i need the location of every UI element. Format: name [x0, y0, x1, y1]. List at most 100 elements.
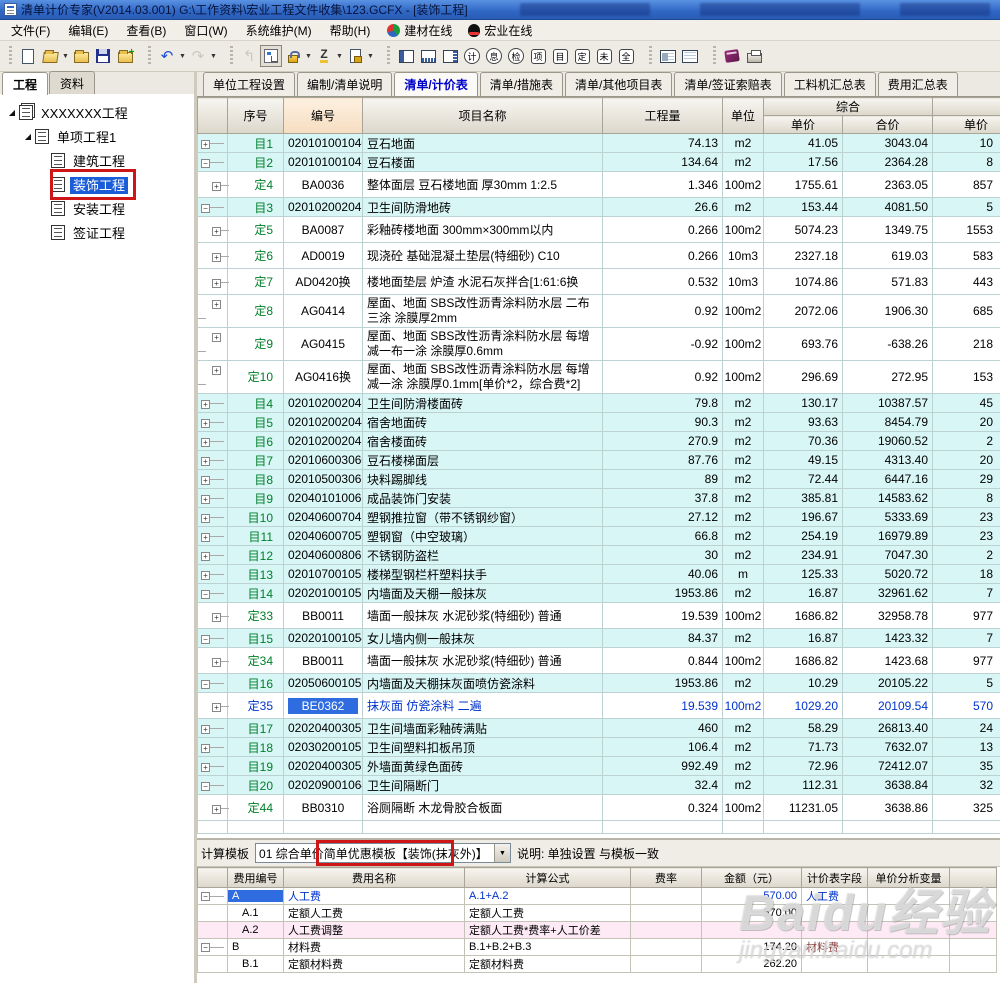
cell-quantity[interactable]: 0.532	[602, 268, 723, 295]
cell-quantity[interactable]: 992.49	[602, 756, 723, 776]
cell-project-name[interactable]: 屋面、地面 SBS改性沥青涂料防水层 二布三涂 涂膜厚2mm	[362, 294, 603, 328]
cell-unit-price[interactable]: 72.44	[763, 469, 843, 489]
fee-cell-amount[interactable]: 570.00	[701, 887, 802, 905]
cell-code[interactable]: 020506001055	[283, 673, 363, 693]
cell-tree-expand[interactable]: +	[197, 488, 228, 508]
cell-tree-expand[interactable]: +	[197, 507, 228, 527]
fee-cell-rate[interactable]	[630, 938, 702, 956]
cell-seq[interactable]: 目8	[227, 469, 284, 489]
cell-project-name[interactable]: 不锈钢防盗栏	[362, 545, 603, 565]
cell-unit-price[interactable]: 1755.61	[763, 171, 843, 198]
cell-unit[interactable]: m2	[722, 718, 764, 738]
cell-seq[interactable]: 定10	[227, 360, 284, 394]
cell-unit-price[interactable]: 16.87	[763, 583, 843, 603]
bill-row-目2[interactable]: − 目2 020101001041 豆石楼面 134.64 m2 17.56 2364.28 8	[197, 152, 1000, 172]
save-button[interactable]	[92, 45, 114, 67]
expand-icon[interactable]: +	[201, 763, 210, 772]
jiancai-online-link[interactable]: 建材在线	[379, 20, 460, 41]
cell-quantity[interactable]: 0.324	[602, 794, 723, 821]
fee-cell-variable[interactable]	[867, 955, 950, 973]
cell-total-price[interactable]: 619.03	[841, 242, 934, 269]
cell-tree-expand[interactable]: −	[197, 887, 228, 905]
cell-unit-price[interactable]: 70.36	[763, 431, 843, 451]
cell-code[interactable]: BA0036	[283, 171, 363, 198]
cell-unit[interactable]: m2	[722, 545, 764, 565]
fee-row-B.1[interactable]: B.1 定额材料费 定额材料费 262.20	[197, 955, 997, 973]
cell-unit-price-2[interactable]: 23	[932, 507, 1000, 527]
cell-unit-price-2[interactable]: 24	[932, 718, 1000, 738]
cell-unit-price-2[interactable]: 8	[932, 488, 1000, 508]
bill-row-目5[interactable]: + 目5 020102002044 宿舍地面砖 90.3 m2 93.63 8454.79 20	[197, 412, 1000, 432]
cell-seq[interactable]: 定4	[227, 171, 284, 198]
cell-tree-expand[interactable]: +	[197, 545, 228, 565]
cell-code[interactable]: 020102002045	[283, 431, 363, 451]
cell-seq[interactable]: 定7	[227, 268, 284, 295]
cell-project-name[interactable]: 屋面、地面 SBS改性沥青涂料防水层 每增减一涂 涂膜厚0.1mm[单价*2，综…	[362, 360, 603, 394]
fee-cell-field[interactable]: 材料费	[801, 938, 868, 956]
fee-row-A[interactable]: − A 人工费 A.1+A.2 570.00 人工费	[197, 887, 997, 905]
cell-total-price[interactable]: 3638.84	[841, 775, 934, 795]
bill-row-定6[interactable]: + 定6 AD0019 现浇砼 基础混凝土垫层(特细砂) C10 0.266 10m3 23…	[197, 242, 1000, 269]
collapse-icon[interactable]: −	[201, 943, 210, 952]
redo-button-dropdown-icon[interactable]: ▼	[209, 45, 218, 67]
cell-unit[interactable]: m2	[722, 197, 764, 217]
cell-total-price[interactable]: 19060.52	[841, 431, 934, 451]
help-book-button[interactable]	[721, 45, 743, 67]
bill-row-目19[interactable]: + 目19 020204003059 外墙面黄绿色面砖 992.49 m2 72.96 724…	[197, 756, 1000, 776]
collapse-icon[interactable]: −	[201, 892, 210, 901]
fee-cell-amount[interactable]: 262.20	[701, 955, 802, 973]
cell-tree-expand[interactable]: +	[197, 692, 229, 719]
expand-icon[interactable]: +	[212, 702, 221, 712]
cell-code[interactable]: 020209001064	[283, 775, 363, 795]
cell-project-name[interactable]: 塑钢推拉窗（带不锈钢纱窗）	[362, 507, 603, 527]
cell-seq[interactable]: 目2	[227, 152, 284, 172]
cell-seq[interactable]: 目13	[227, 564, 284, 584]
cell-quantity[interactable]	[602, 820, 723, 834]
bill-row-目17[interactable]: + 目17 020204003056 卫生间墙面彩釉砖满贴 460 m2 58.29 2681…	[197, 718, 1000, 738]
combobox-dropdown-icon[interactable]: ▼	[494, 844, 511, 862]
bill-row-目15[interactable]: − 目15 020201001054 女儿墙内侧一般抹灰 84.37 m2 16.87 142…	[197, 628, 1000, 648]
cell-quantity[interactable]: 0.92	[602, 360, 723, 394]
cell-project-name[interactable]: 卫生间塑料扣板吊顶	[362, 737, 603, 757]
cell-project-name[interactable]: 内墙面及天棚抹灰面喷仿瓷涂料	[362, 673, 603, 693]
cell-total-price[interactable]: 72412.07	[841, 756, 934, 776]
filter-ding-button[interactable]: 定	[571, 45, 593, 67]
tree-view-button[interactable]	[260, 45, 282, 67]
fee-cell-amount[interactable]: 174.20	[701, 938, 802, 956]
cell-seq[interactable]: 定44	[227, 794, 284, 821]
cell-quantity[interactable]: 90.3	[602, 412, 723, 432]
cell-unit-price-2[interactable]: 1553	[932, 216, 1000, 243]
cell-project-name[interactable]: 墙面一般抹灰 水泥砂浆(特细砂) 普通	[362, 602, 603, 629]
cell-code[interactable]: 020201001053	[283, 583, 363, 603]
cell-unit[interactable]: 100m2	[722, 360, 764, 394]
cell-project-name[interactable]: 内墙面及天棚一般抹灰	[362, 583, 603, 603]
cell-unit-price-2[interactable]: 443	[932, 268, 1000, 295]
expand-icon[interactable]: +	[201, 495, 210, 504]
cell-unit-price[interactable]: 58.29	[763, 718, 843, 738]
bill-row-目1[interactable]: + 目1 020101001040 豆石地面 74.13 m2 41.05 3043.04 10	[197, 133, 1000, 153]
cell-code[interactable]: 020401010063	[283, 488, 363, 508]
cell-tree-expand[interactable]: +	[197, 526, 228, 546]
cell-seq[interactable]: 定9	[227, 327, 284, 361]
cell-seq[interactable]: 定34	[227, 647, 284, 674]
expand-icon[interactable]: +	[201, 514, 210, 523]
cell-tree-expand[interactable]: −	[197, 673, 228, 693]
filter-mu-button[interactable]: 目	[549, 45, 571, 67]
cell-unit-price-2[interactable]: 153	[932, 360, 1000, 394]
cell-code[interactable]: 020302001057	[283, 737, 363, 757]
cell-total-price[interactable]: 8454.79	[841, 412, 934, 432]
cell-total-price[interactable]: 272.95	[841, 360, 934, 394]
fee-cell-code[interactable]: B.1	[227, 955, 284, 973]
fee-cell-formula[interactable]: A.1+A.2	[464, 887, 631, 905]
cell-tree-expand[interactable]: −	[197, 628, 228, 648]
bill-row-定34[interactable]: + 定34 BB0011 墙面一般抹灰 水泥砂浆(特细砂) 普通 0.844 100m2 1…	[197, 647, 1000, 674]
check-button[interactable]: 检	[505, 45, 527, 67]
cell-unit-price[interactable]: 1029.20	[763, 692, 843, 719]
cell-unit-price[interactable]: 71.73	[763, 737, 843, 757]
cell-unit[interactable]: m2	[722, 393, 764, 413]
cell-total-price[interactable]: 5333.69	[841, 507, 934, 527]
cell-tree-expand[interactable]: +	[197, 242, 229, 269]
cell-unit-price[interactable]: 254.19	[763, 526, 843, 546]
cell-unit[interactable]: 10m3	[722, 268, 764, 295]
cell-total-price[interactable]: 1423.68	[841, 647, 934, 674]
